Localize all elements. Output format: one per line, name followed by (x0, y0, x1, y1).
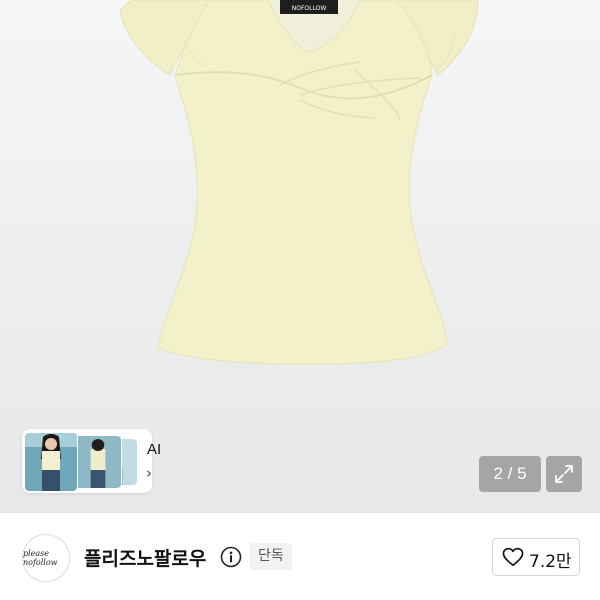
brand-name[interactable]: 플리즈노팔로우 (84, 544, 206, 571)
chevron-right-icon: › (146, 464, 152, 482)
ai-thumbnails (24, 432, 138, 492)
expand-image-button[interactable] (546, 456, 582, 492)
product-image-gallery[interactable]: NOFOLLOW AI › 2 / 5 (0, 0, 600, 513)
brand-logo[interactable]: please nofollow (22, 534, 70, 582)
like-count: 7.2만 (529, 552, 572, 572)
gallery-page-counter: 2 / 5 (479, 456, 541, 492)
ai-thumbnail (24, 432, 78, 492)
ai-label: AI (147, 441, 162, 458)
brand-logo-text: please nofollow (23, 549, 58, 567)
product-tag-text: NOFOLLOW (292, 5, 327, 12)
ai-lookbook-card[interactable]: AI › (22, 429, 161, 493)
expand-icon (555, 465, 573, 483)
exclusive-badge: 단독 (250, 543, 292, 570)
info-icon[interactable] (220, 546, 242, 568)
heart-icon (502, 547, 524, 566)
page-counter-text: 2 / 5 (493, 464, 527, 483)
ai-thumbnail (74, 435, 122, 489)
like-button[interactable]: 7.2만 (492, 538, 580, 576)
